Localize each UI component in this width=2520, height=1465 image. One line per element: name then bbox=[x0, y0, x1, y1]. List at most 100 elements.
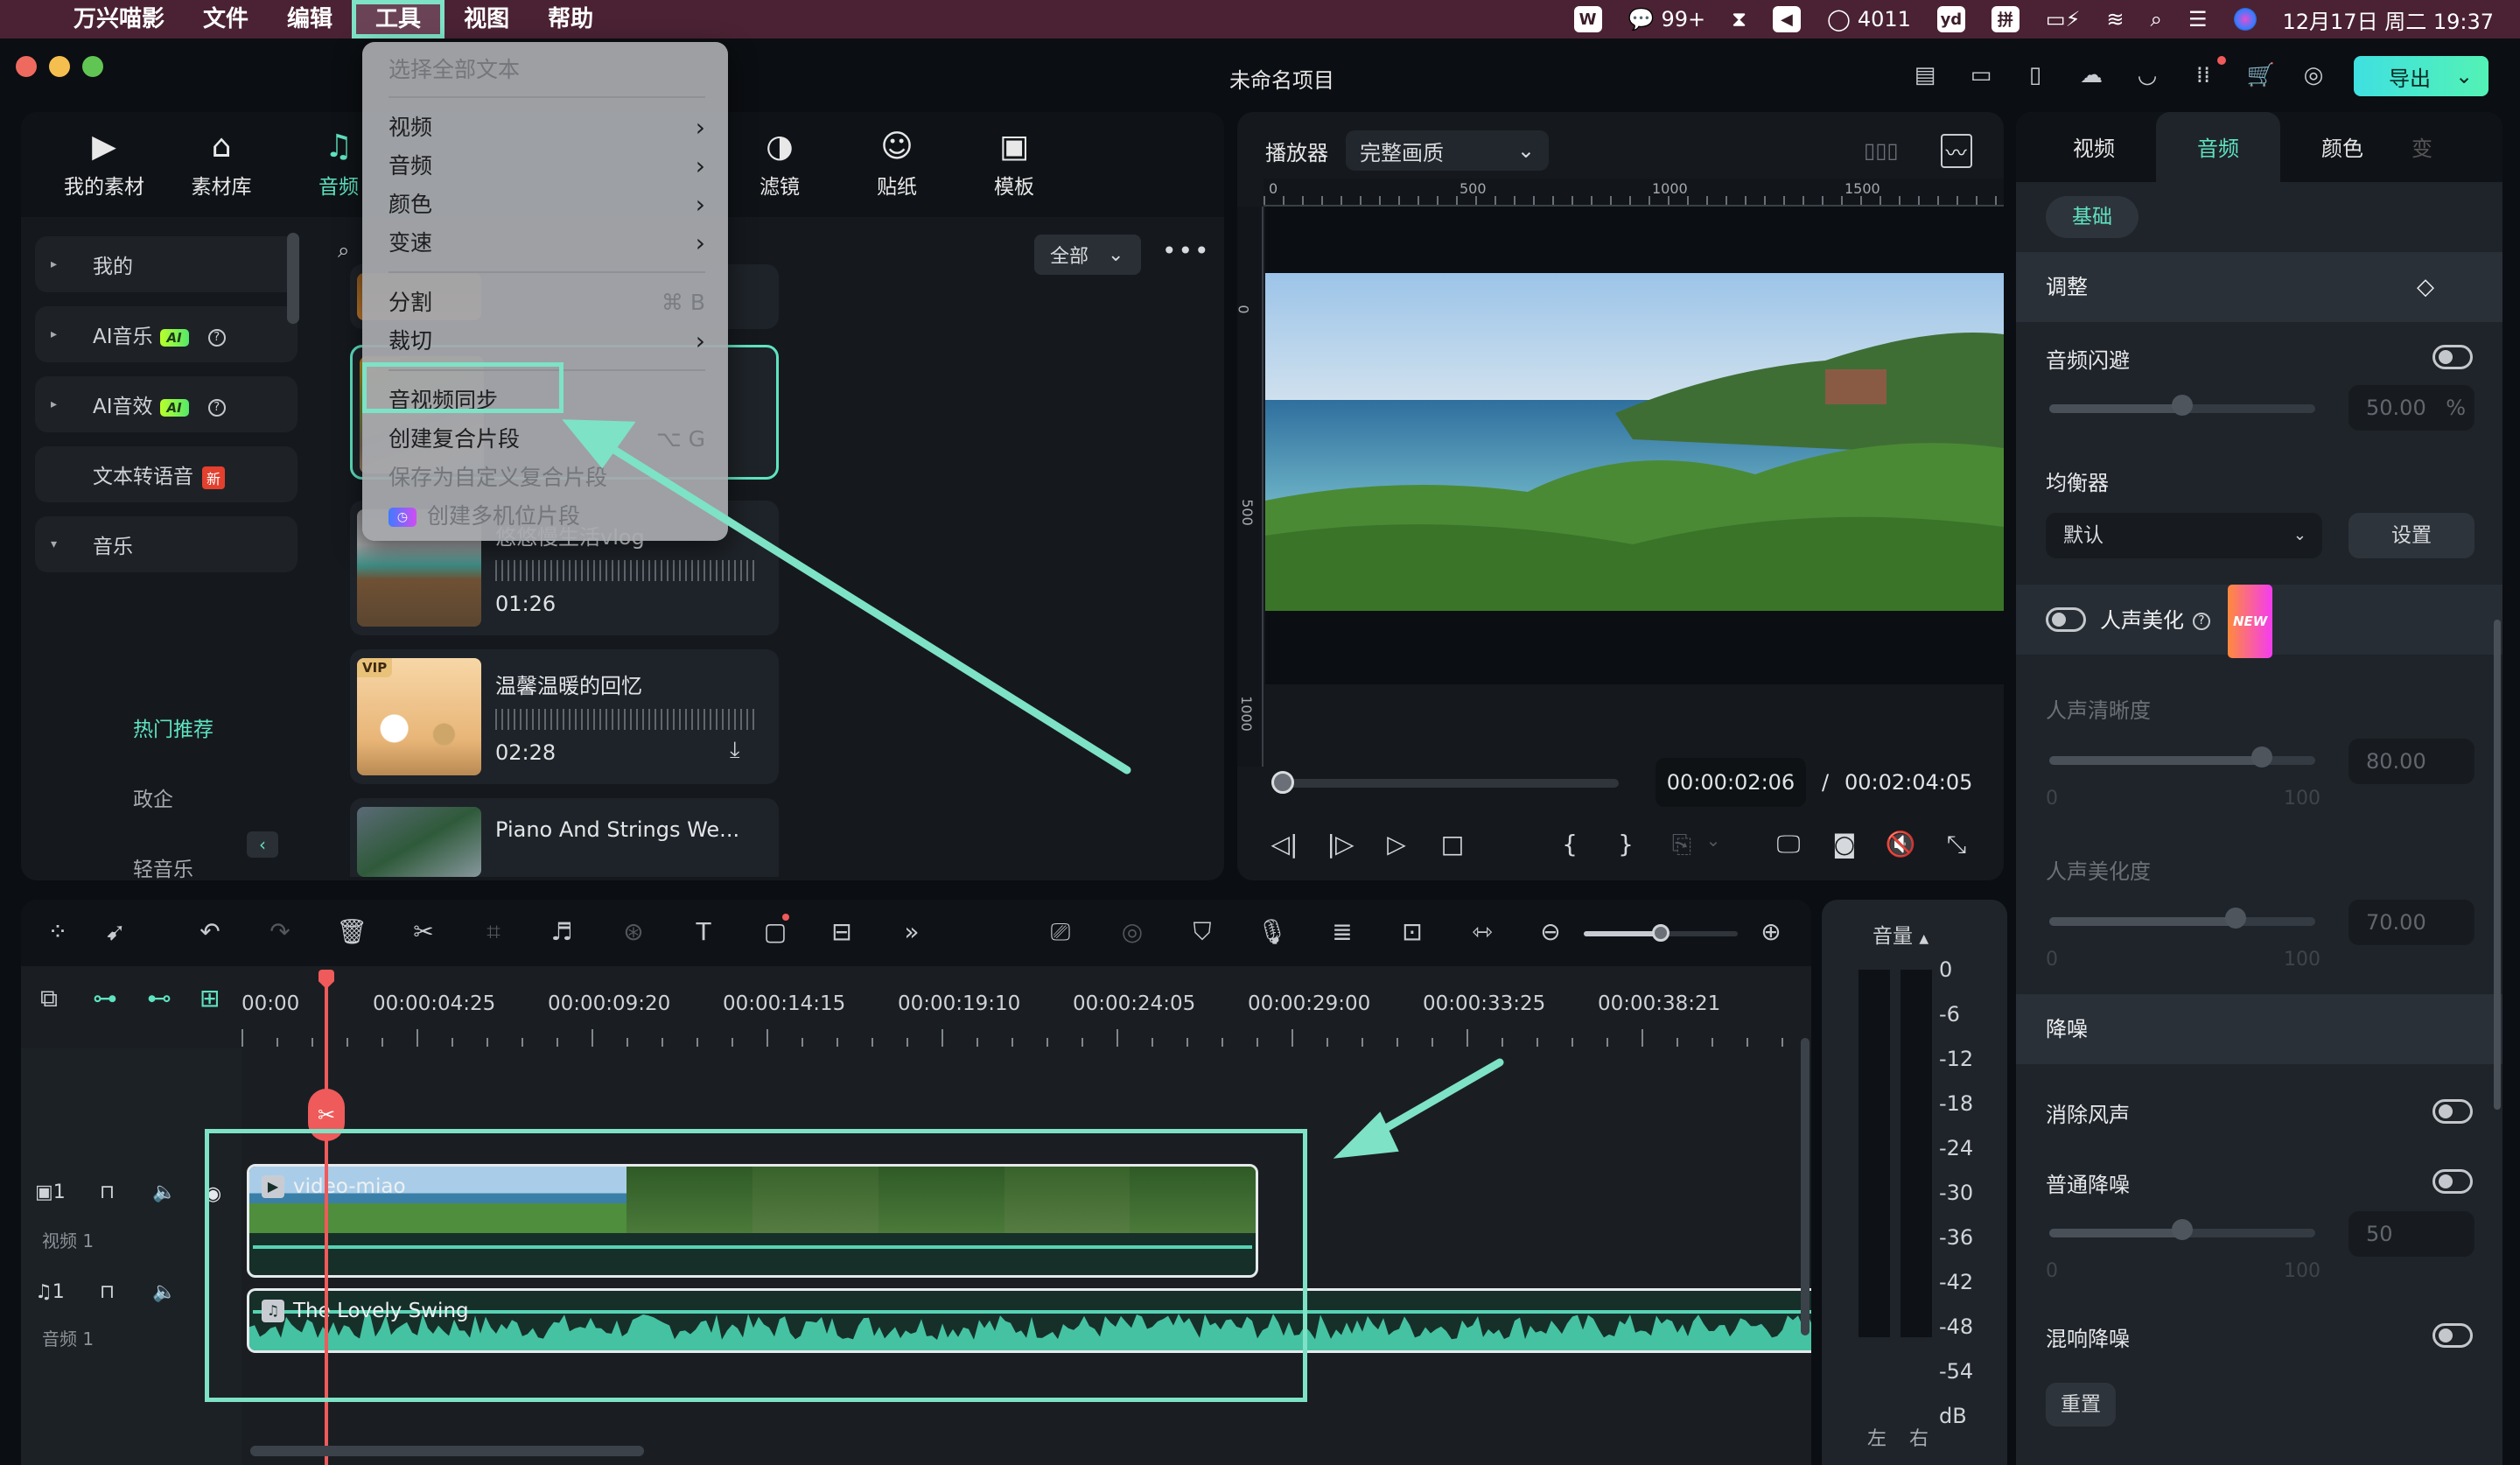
menu-item[interactable]: 裁切 › bbox=[388, 324, 705, 359]
section-denoise[interactable]: 降噪 bbox=[2016, 994, 2502, 1064]
menu-tools[interactable]: 工具 bbox=[352, 0, 445, 39]
equalizer-settings-button[interactable]: 设置 bbox=[2348, 513, 2474, 558]
tab-template[interactable]: ▣ 模板 bbox=[966, 112, 1062, 217]
section-adjust[interactable]: 调整 ◇ bbox=[2016, 252, 2502, 322]
wifi-icon[interactable]: ≋ bbox=[2106, 7, 2124, 32]
audio-settings-icon[interactable]: ⊡ bbox=[1395, 917, 1430, 946]
microphone-icon[interactable]: 🎙 bbox=[1255, 917, 1290, 946]
audio-list-icon[interactable]: ≣ bbox=[1325, 917, 1360, 946]
category-music[interactable]: ▾ 音乐 bbox=[35, 516, 298, 572]
delete-icon[interactable]: 🗑 bbox=[334, 917, 369, 946]
slider-knob[interactable] bbox=[2172, 395, 2193, 416]
ducking-value[interactable]: 50.00% bbox=[2348, 385, 2474, 431]
menu-item[interactable]: 分割 ⌘ B bbox=[388, 285, 705, 320]
ducking-toggle[interactable] bbox=[2432, 345, 2473, 369]
help-icon[interactable]: ? bbox=[207, 398, 226, 417]
tab-filter[interactable]: ◑ 滤镜 bbox=[732, 112, 828, 217]
tab-my-media[interactable]: ▶︎ 我的素材 bbox=[56, 112, 152, 217]
cloud-icon[interactable]: ☁ bbox=[2076, 60, 2107, 91]
zoom-out-icon[interactable]: ⊖ bbox=[1533, 917, 1568, 946]
capcut-icon[interactable]: ◀ bbox=[1772, 6, 1801, 32]
fit-timeline-icon[interactable]: ⇿ bbox=[1465, 917, 1500, 946]
menu-help[interactable]: 帮助 bbox=[528, 0, 612, 39]
clarity-value[interactable]: 80.00 bbox=[2348, 739, 2474, 784]
lock-icon[interactable]: ⊓ bbox=[100, 1281, 115, 1303]
add-track-icon[interactable]: ⧉ bbox=[40, 984, 58, 1013]
menu-app-name[interactable]: 万兴喵影 bbox=[54, 0, 184, 39]
spotlight-icon[interactable]: ⌕ bbox=[2151, 7, 2162, 32]
next-frame-icon[interactable]: |▷ bbox=[1323, 830, 1358, 859]
normal-denoise-toggle[interactable] bbox=[2432, 1169, 2473, 1194]
normal-denoise-value[interactable]: 50 bbox=[2348, 1211, 2474, 1257]
speaker-icon[interactable]: 🔈 bbox=[152, 1181, 176, 1203]
menu-edit[interactable]: 编辑 bbox=[268, 0, 352, 39]
list-item[interactable]: Piano And Strings We... bbox=[350, 798, 779, 877]
layout-icon[interactable]: ▭ bbox=[1965, 60, 1997, 91]
meter-title[interactable]: 音量 ▲ bbox=[1872, 919, 1928, 949]
history-icon[interactable]: ▤ bbox=[1909, 60, 1941, 91]
arrange-icon[interactable]: ⊟ bbox=[824, 917, 859, 946]
link-icon[interactable]: ⊶ bbox=[93, 984, 117, 1013]
headset-icon[interactable]: ◡ bbox=[2132, 60, 2163, 91]
list-item[interactable]: VIP 温馨温暖的回忆 02:28 ⤓ bbox=[350, 649, 779, 784]
minimize-window-button[interactable] bbox=[49, 56, 70, 77]
wind-toggle[interactable] bbox=[2432, 1099, 2473, 1124]
ducking-slider[interactable] bbox=[2049, 395, 2315, 416]
select-tool-icon[interactable]: ➹ bbox=[98, 917, 133, 946]
collapse-sidebar-button[interactable]: ‹ bbox=[247, 831, 278, 858]
subcategory-enterprise[interactable]: 政企 bbox=[133, 782, 173, 812]
scissors-icon[interactable]: ✂ bbox=[406, 917, 441, 946]
reset-button[interactable]: 重置 bbox=[2046, 1383, 2116, 1426]
filter-dropdown[interactable]: 全部 ⌄ bbox=[1034, 235, 1141, 275]
fullscreen-icon[interactable]: ⤡ bbox=[1939, 830, 1974, 859]
search-icon[interactable]: ⌕ bbox=[338, 238, 349, 263]
category-tts[interactable]: 文本转语音新 bbox=[35, 446, 298, 502]
siri-icon[interactable] bbox=[2233, 8, 2257, 31]
ai-video-icon[interactable]: ⎚ bbox=[1043, 917, 1078, 947]
layout-grid-icon[interactable]: ⁘ bbox=[40, 917, 75, 946]
tab-sticker[interactable]: ☺ 贴纸 bbox=[849, 112, 945, 217]
prev-frame-icon[interactable]: ◁| bbox=[1267, 830, 1302, 859]
control-center-icon[interactable]: ☰ bbox=[2188, 7, 2208, 32]
menu-item[interactable]: 颜色 › bbox=[388, 187, 705, 222]
expand-icon[interactable]: ▸ bbox=[51, 397, 57, 411]
stop-icon[interactable]: □ bbox=[1435, 830, 1470, 859]
tab-color[interactable]: 颜色 bbox=[2280, 112, 2404, 182]
help-icon[interactable]: ? bbox=[2193, 613, 2210, 630]
voice-enhance-toggle[interactable] bbox=[2046, 607, 2086, 632]
wps-icon[interactable]: W bbox=[1573, 6, 1602, 32]
progress-knob[interactable] bbox=[1270, 771, 1294, 794]
apps-icon[interactable]: ⁞⁞ bbox=[2188, 60, 2219, 91]
chevron-down-icon[interactable]: ⌄ bbox=[1696, 830, 1731, 851]
undo-icon[interactable]: ↶ bbox=[192, 917, 228, 946]
inspector-scrollbar[interactable] bbox=[2494, 620, 2501, 1110]
qq-status[interactable]: ◯ 4011 bbox=[1827, 7, 1911, 32]
timeline-vertical-scrollbar[interactable] bbox=[1801, 1038, 1810, 1335]
category-scrollbar[interactable] bbox=[287, 233, 299, 324]
grid-icon[interactable]: ▯▯▯ bbox=[1864, 138, 1899, 163]
save-icon[interactable]: ▯ bbox=[2020, 60, 2051, 91]
wechat-status[interactable]: 💬 99+ bbox=[1628, 7, 1706, 32]
timeline-horizontal-scrollbar[interactable] bbox=[250, 1446, 644, 1456]
render-preview-icon[interactable]: ◎ bbox=[1115, 917, 1150, 946]
slider-knob[interactable] bbox=[1652, 924, 1670, 942]
speaker-icon[interactable]: 🔈 bbox=[152, 1281, 176, 1303]
play-icon[interactable]: ▷ bbox=[1379, 830, 1414, 859]
export-button[interactable]: 导出 ⌄ bbox=[2354, 56, 2488, 96]
playback-progress[interactable] bbox=[1270, 771, 1619, 794]
timeline-ruler[interactable]: 00:00 00:00:04:25 00:00:09:20 00:00:14:15 00… bbox=[242, 985, 1808, 1047]
mute-icon[interactable]: 🔇 bbox=[1883, 830, 1918, 859]
tab-speed[interactable]: 变速 bbox=[2404, 112, 2440, 182]
menu-item[interactable]: 变速 › bbox=[388, 226, 705, 261]
category-ai-sfx[interactable]: ▸ AI音效 AI? bbox=[35, 376, 298, 432]
more-tools-icon[interactable]: » bbox=[894, 917, 929, 946]
beautify-slider[interactable] bbox=[2049, 908, 2315, 929]
text-icon[interactable]: T bbox=[686, 917, 721, 946]
tab-stock[interactable]: ⌂ 素材库 bbox=[173, 112, 270, 217]
quality-dropdown[interactable]: 完整画质 ⌄ bbox=[1346, 130, 1549, 171]
menu-file[interactable]: 文件 bbox=[184, 0, 268, 39]
unlink-icon[interactable]: ⊷ bbox=[147, 984, 172, 1013]
keyframe-diamond-icon[interactable]: ◇ bbox=[2417, 252, 2434, 322]
youdao-icon[interactable]: yd bbox=[1936, 6, 1965, 32]
subcategory-hot[interactable]: 热门推荐 bbox=[133, 712, 214, 742]
